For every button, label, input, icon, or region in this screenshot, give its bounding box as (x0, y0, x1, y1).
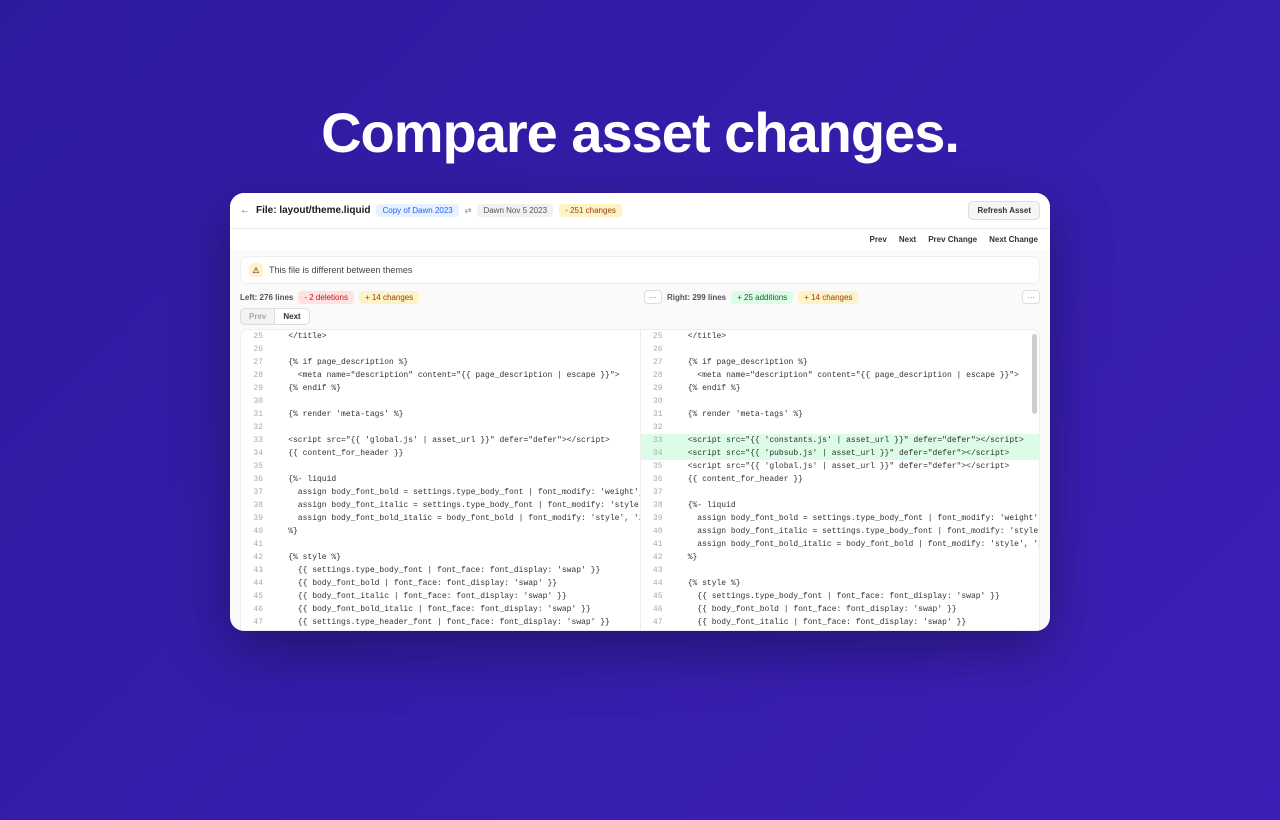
code-line: 42 %} (641, 551, 1040, 564)
code-line: 37 (641, 486, 1040, 499)
app-window: ← File: layout/theme.liquid Copy of Dawn… (230, 193, 1050, 631)
warning-icon: ⚠ (249, 263, 263, 277)
code-line: 43 {{ settings.type_body_font | font_fac… (241, 564, 640, 577)
banner-text: This file is different between themes (269, 265, 412, 275)
scrollbar-thumb[interactable] (1032, 334, 1037, 414)
deletions-pill: - 2 deletions (298, 291, 354, 304)
code-line: 43 (641, 564, 1040, 577)
pager-next[interactable]: Next (274, 308, 309, 325)
code-line: 27 {% if page_description %} (241, 356, 640, 369)
code-line: 48 {{ body_font_bold_italic | font_face:… (641, 629, 1040, 630)
nav-next-change[interactable]: Next Change (989, 235, 1038, 244)
back-icon[interactable]: ← (240, 205, 250, 216)
hero-title: Compare asset changes. (0, 100, 1280, 165)
theme-a-pill[interactable]: Copy of Dawn 2023 (376, 204, 458, 217)
right-lines-label: Right: 299 lines (667, 293, 726, 302)
code-line: 28 <meta name="description" content="{{ … (641, 369, 1040, 382)
code-line: 32 (241, 421, 640, 434)
nav-row: Prev Next Prev Change Next Change (230, 229, 1050, 250)
nav-prev[interactable]: Prev (869, 235, 886, 244)
refresh-button[interactable]: Refresh Asset (968, 201, 1040, 220)
theme-b-pill[interactable]: Dawn Nov 5 2023 (477, 204, 553, 217)
code-line: 47 {{ body_font_italic | font_face: font… (641, 616, 1040, 629)
swap-icon[interactable]: ⇄ (465, 206, 472, 215)
code-line: 35 <script src="{{ 'global.js' | asset_u… (641, 460, 1040, 473)
code-line: 39 assign body_font_bold = settings.type… (641, 512, 1040, 525)
code-line: 28 <meta name="description" content="{{ … (241, 369, 640, 382)
right-diff-pane[interactable]: 25 </title>2627 {% if page_description %… (641, 330, 1040, 630)
pager: Prev Next (230, 304, 1050, 329)
code-line: 46 {{ body_font_bold | font_face: font_d… (641, 603, 1040, 616)
code-line: 33 <script src="{{ 'constants.js' | asse… (641, 434, 1040, 447)
nav-next[interactable]: Next (899, 235, 916, 244)
code-line: 25 </title> (641, 330, 1040, 343)
left-diff-pane[interactable]: 25 </title>2627 {% if page_description %… (241, 330, 641, 630)
code-line: 46 {{ body_font_bold_italic | font_face:… (241, 603, 640, 616)
code-line: 38 {%- liquid (641, 499, 1040, 512)
code-line: 41 assign body_font_bold_italic = body_f… (641, 538, 1040, 551)
changes-pill: ◦ 251 changes (559, 204, 622, 217)
code-line: 39 assign body_font_bold_italic = body_f… (241, 512, 640, 525)
diff-container: 25 </title>2627 {% if page_description %… (240, 329, 1040, 631)
code-line: 36 {{ content_for_header }} (641, 473, 1040, 486)
code-line: 42 {% style %} (241, 551, 640, 564)
code-line: 35 (241, 460, 640, 473)
code-line: 45 {{ settings.type_body_font | font_fac… (641, 590, 1040, 603)
code-line: 26 (241, 343, 640, 356)
code-line: 38 assign body_font_italic = settings.ty… (241, 499, 640, 512)
code-line: 47 {{ settings.type_header_font | font_f… (241, 616, 640, 629)
code-line: 25 </title> (241, 330, 640, 343)
code-line: 44 {{ body_font_bold | font_face: font_d… (241, 577, 640, 590)
right-menu-icon[interactable]: ⋯ (1022, 290, 1040, 304)
nav-prev-change[interactable]: Prev Change (928, 235, 977, 244)
code-line: 31 {% render 'meta-tags' %} (241, 408, 640, 421)
code-line: 34 {{ content_for_header }} (241, 447, 640, 460)
code-line: 30 (241, 395, 640, 408)
toolbar: ← File: layout/theme.liquid Copy of Dawn… (230, 193, 1050, 229)
code-line: 31 {% render 'meta-tags' %} (641, 408, 1040, 421)
additions-pill: + 25 additions (731, 291, 793, 304)
code-line: 41 (241, 538, 640, 551)
pager-prev[interactable]: Prev (240, 308, 275, 325)
code-line: 29 {% endif %} (641, 382, 1040, 395)
code-line: 37 assign body_font_bold = settings.type… (241, 486, 640, 499)
diff-banner: ⚠ This file is different between themes (240, 256, 1040, 284)
code-line: 36 {%- liquid (241, 473, 640, 486)
left-lines-label: Left: 276 lines (240, 293, 293, 302)
left-stats: Left: 276 lines - 2 deletions + 14 chang… (240, 290, 636, 304)
code-line: 45 {{ body_font_italic | font_face: font… (241, 590, 640, 603)
code-line: 27 {% if page_description %} (641, 356, 1040, 369)
left-changes-pill: + 14 changes (359, 291, 419, 304)
code-line: 32 (641, 421, 1040, 434)
left-menu-icon[interactable]: ⋯ (644, 290, 662, 304)
code-line: 40 assign body_font_italic = settings.ty… (641, 525, 1040, 538)
code-line: 40 %} (241, 525, 640, 538)
code-line: 48 (241, 629, 640, 630)
code-line: 26 (641, 343, 1040, 356)
code-line: 44 {% style %} (641, 577, 1040, 590)
code-line: 33 <script src="{{ 'global.js' | asset_u… (241, 434, 640, 447)
right-changes-pill: + 14 changes (798, 291, 858, 304)
right-stats: ⋯ Right: 299 lines + 25 additions + 14 c… (644, 290, 1040, 304)
file-label: File: layout/theme.liquid (256, 205, 370, 216)
stats-row: Left: 276 lines - 2 deletions + 14 chang… (230, 286, 1050, 304)
code-line: 29 {% endif %} (241, 382, 640, 395)
code-line: 30 (641, 395, 1040, 408)
code-line: 34 <script src="{{ 'pubsub.js' | asset_u… (641, 447, 1040, 460)
